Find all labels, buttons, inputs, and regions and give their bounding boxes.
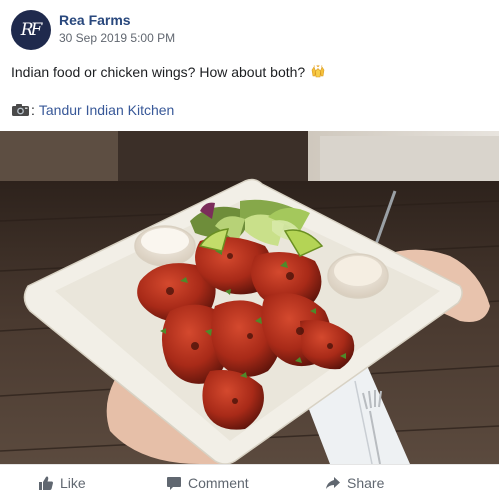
post-actions-bar: Like Comment Share bbox=[0, 464, 499, 504]
raised-hands-emoji-icon bbox=[310, 64, 326, 80]
page-name-link[interactable]: Rea Farms bbox=[59, 12, 131, 28]
share-label: Share bbox=[347, 475, 385, 491]
caption-text: Indian food or chicken wings? How about … bbox=[11, 64, 306, 80]
like-label: Like bbox=[60, 475, 86, 491]
facebook-post: RF Rea Farms 30 Sep 2019 5:00 PM Indian … bbox=[0, 0, 499, 504]
like-button[interactable]: Like bbox=[38, 465, 86, 501]
comment-icon bbox=[167, 477, 181, 490]
comment-label: Comment bbox=[188, 475, 249, 491]
post-header: RF Rea Farms 30 Sep 2019 5:00 PM bbox=[11, 10, 491, 50]
comment-button[interactable]: Comment bbox=[166, 465, 249, 501]
avatar-monogram: RF bbox=[20, 20, 43, 40]
share-button[interactable]: Share bbox=[325, 465, 384, 501]
thumbs-up-icon bbox=[39, 476, 53, 490]
photo-credit: : Tandur Indian Kitchen bbox=[11, 102, 174, 118]
credit-separator: : bbox=[31, 102, 35, 118]
credit-link[interactable]: Tandur Indian Kitchen bbox=[39, 102, 174, 118]
share-arrow-icon bbox=[326, 477, 340, 489]
food-photo-illustration bbox=[0, 131, 499, 464]
camera-icon bbox=[11, 103, 30, 117]
post-photo[interactable] bbox=[0, 131, 499, 464]
avatar[interactable]: RF bbox=[11, 10, 51, 50]
post-caption: Indian food or chicken wings? How about … bbox=[11, 64, 326, 80]
post-timestamp[interactable]: 30 Sep 2019 5:00 PM bbox=[59, 31, 175, 45]
